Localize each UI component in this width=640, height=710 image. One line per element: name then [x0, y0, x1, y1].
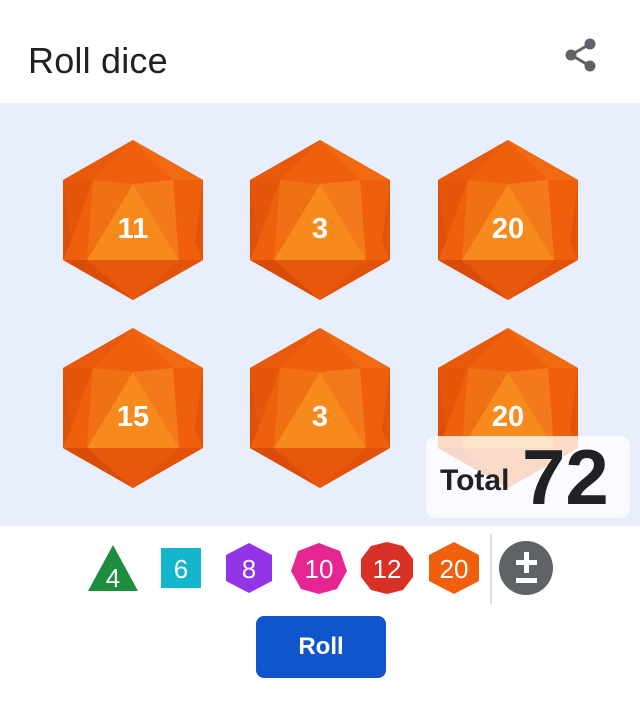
modifier-button[interactable]: [498, 541, 554, 595]
die[interactable]: 3: [248, 326, 392, 490]
total-panel: Total 72: [426, 433, 630, 521]
d10-label: 10: [304, 554, 334, 584]
die-value: 11: [117, 213, 149, 245]
die[interactable]: 20: [436, 138, 580, 302]
d10-button[interactable]: 10: [290, 541, 348, 595]
die-value: 20: [491, 401, 525, 433]
die-value: 3: [311, 401, 329, 433]
d12-label: 12: [372, 554, 402, 584]
d12-button[interactable]: 12: [360, 541, 414, 595]
d20-label: 20: [439, 554, 469, 584]
total-value: 72: [522, 433, 609, 521]
die-value: 15: [116, 401, 150, 433]
d4-label: 4: [105, 563, 121, 593]
share-icon[interactable]: [562, 36, 600, 74]
d20-button[interactable]: 20: [428, 541, 480, 595]
d8-button[interactable]: 8: [224, 541, 274, 595]
die[interactable]: 3: [248, 138, 392, 302]
d6-label: 6: [173, 554, 189, 584]
die-value: 20: [491, 213, 525, 245]
d8-label: 8: [241, 554, 257, 584]
plus-minus-icon: [499, 541, 553, 595]
die[interactable]: 15: [61, 326, 205, 490]
picker-divider: [490, 534, 492, 604]
roll-button[interactable]: Roll: [256, 616, 386, 678]
die-value: 3: [311, 213, 329, 245]
d6-button[interactable]: 6: [160, 541, 202, 595]
d4-button[interactable]: 4: [86, 541, 140, 595]
total-label: Total: [440, 464, 510, 497]
app-header: Roll dice: [0, 0, 640, 103]
die[interactable]: 11: [61, 138, 205, 302]
page-title: Roll dice: [28, 40, 168, 81]
